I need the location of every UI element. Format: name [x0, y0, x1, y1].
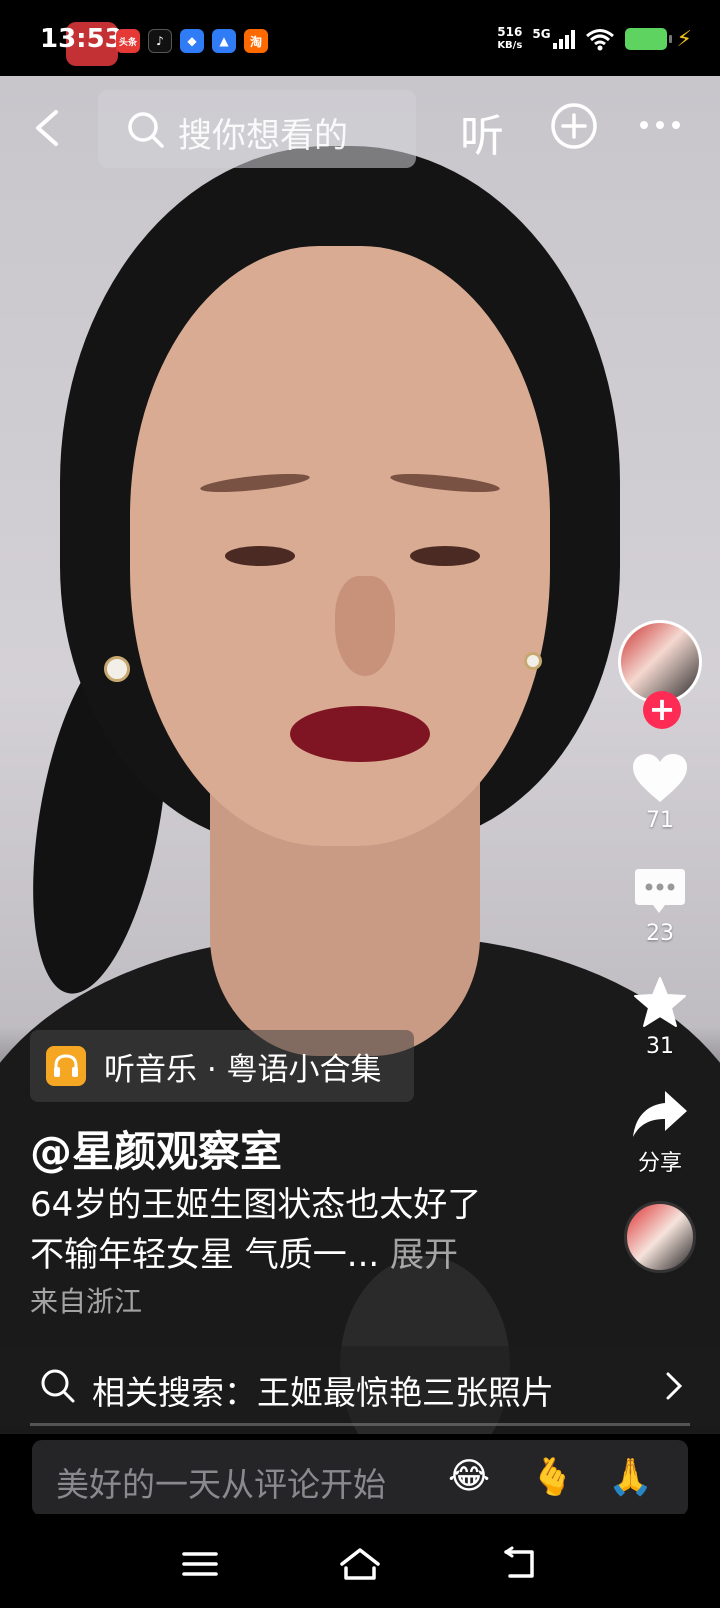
- progress-line: [30, 1423, 690, 1426]
- author-name[interactable]: @星颜观察室: [30, 1118, 282, 1179]
- video-figure-eye: [225, 546, 295, 566]
- notification-icons: 头条 ♪ ◆ ▲ 淘: [116, 29, 268, 53]
- music-disc[interactable]: [624, 1201, 696, 1273]
- video-figure-lips: [290, 706, 430, 762]
- search-icon: [128, 112, 164, 148]
- douyin-app-icon: ♪: [148, 29, 172, 53]
- system-nav-bar: [0, 1514, 720, 1608]
- video-figure-eye: [410, 546, 480, 566]
- related-search-text: 相关搜索：王姬最惊艳三张照片: [92, 1373, 554, 1412]
- menu-icon[interactable]: [178, 1546, 222, 1582]
- comment-count: 23: [646, 921, 674, 946]
- comment-placeholder: 美好的一天从评论开始: [56, 1465, 386, 1504]
- favorite-count: 31: [646, 1034, 674, 1059]
- comment-action[interactable]: 23: [618, 867, 702, 946]
- battery-icon: [624, 28, 672, 50]
- share-arrow-icon: [633, 1091, 687, 1137]
- status-right-group: 516 KB/s 5G ⚡: [497, 26, 692, 52]
- music-tag-label: 听音乐 · 粤语小合集: [104, 1051, 382, 1088]
- status-time: 13:53: [40, 24, 123, 54]
- expand-button[interactable]: 展开: [390, 1235, 458, 1275]
- search-placeholder: 搜你想看的: [178, 116, 348, 156]
- more-options-icon[interactable]: [638, 118, 682, 132]
- share-action[interactable]: 分享: [618, 1089, 702, 1177]
- charging-icon: ⚡: [676, 26, 692, 52]
- listen-button[interactable]: 听: [460, 100, 504, 164]
- author-avatar[interactable]: +: [618, 620, 702, 729]
- heart-icon: [633, 754, 687, 802]
- laugh-emoji-button[interactable]: 😂: [448, 1456, 490, 1497]
- add-circle-icon[interactable]: [550, 102, 598, 150]
- headphones-icon: [46, 1046, 86, 1086]
- back-icon[interactable]: [498, 1546, 542, 1582]
- taobao-app-icon: 淘: [244, 29, 268, 53]
- follow-plus-button[interactable]: +: [643, 691, 681, 729]
- share-label: 分享: [637, 1151, 682, 1176]
- dingtalk-app-icon: ▲: [212, 29, 236, 53]
- back-arrow-icon[interactable]: [30, 108, 70, 148]
- favorite-action[interactable]: 31: [618, 976, 702, 1059]
- finger-heart-emoji-button[interactable]: 🫰: [530, 1456, 575, 1498]
- wifi-icon: [585, 29, 614, 51]
- music-tag[interactable]: 听音乐 · 粤语小合集: [30, 1030, 414, 1102]
- toutiao-app-icon: 头条: [116, 29, 140, 53]
- blue-app-icon: ◆: [180, 29, 204, 53]
- right-action-rail: + 71 23 31 分享: [618, 620, 702, 1273]
- pray-emoji-button[interactable]: 🙏: [608, 1456, 653, 1498]
- like-count: 71: [646, 808, 674, 833]
- network-speed: 516 KB/s: [497, 25, 523, 52]
- search-icon: [41, 1369, 75, 1403]
- comment-input[interactable]: 美好的一天从评论开始 😂 🫰 🙏: [32, 1440, 688, 1516]
- search-box[interactable]: 搜你想看的: [98, 90, 416, 168]
- status-bar: 13:53 头条 ♪ ◆ ▲ 淘 516 KB/s 5G ⚡: [0, 0, 720, 76]
- comment-bar: 美好的一天从评论开始 😂 🫰 🙏: [0, 1434, 720, 1516]
- video-figure-earring: [524, 652, 542, 670]
- star-icon: [634, 977, 686, 1027]
- video-figure-nose: [335, 576, 395, 676]
- video-figure-earring: [104, 656, 130, 682]
- description-line-2: 不输年轻女星 气质一... 展开: [30, 1235, 459, 1275]
- related-search-bar[interactable]: 相关搜索：王姬最惊艳三张照片: [0, 1346, 720, 1426]
- like-action[interactable]: 71: [618, 752, 702, 833]
- cellular-signal: 5G: [532, 27, 575, 49]
- home-icon[interactable]: [338, 1546, 382, 1582]
- video-description: 64岁的王姬生图状态也太好了 不输年轻女星 气质一... 展开: [30, 1180, 590, 1280]
- top-nav: 搜你想看的 听: [0, 88, 720, 168]
- description-line-1: 64岁的王姬生图状态也太好了: [30, 1185, 482, 1225]
- comment-bubble-icon: [635, 869, 685, 913]
- location-label: 来自浙江: [30, 1285, 143, 1318]
- chevron-right-icon: [666, 1372, 683, 1400]
